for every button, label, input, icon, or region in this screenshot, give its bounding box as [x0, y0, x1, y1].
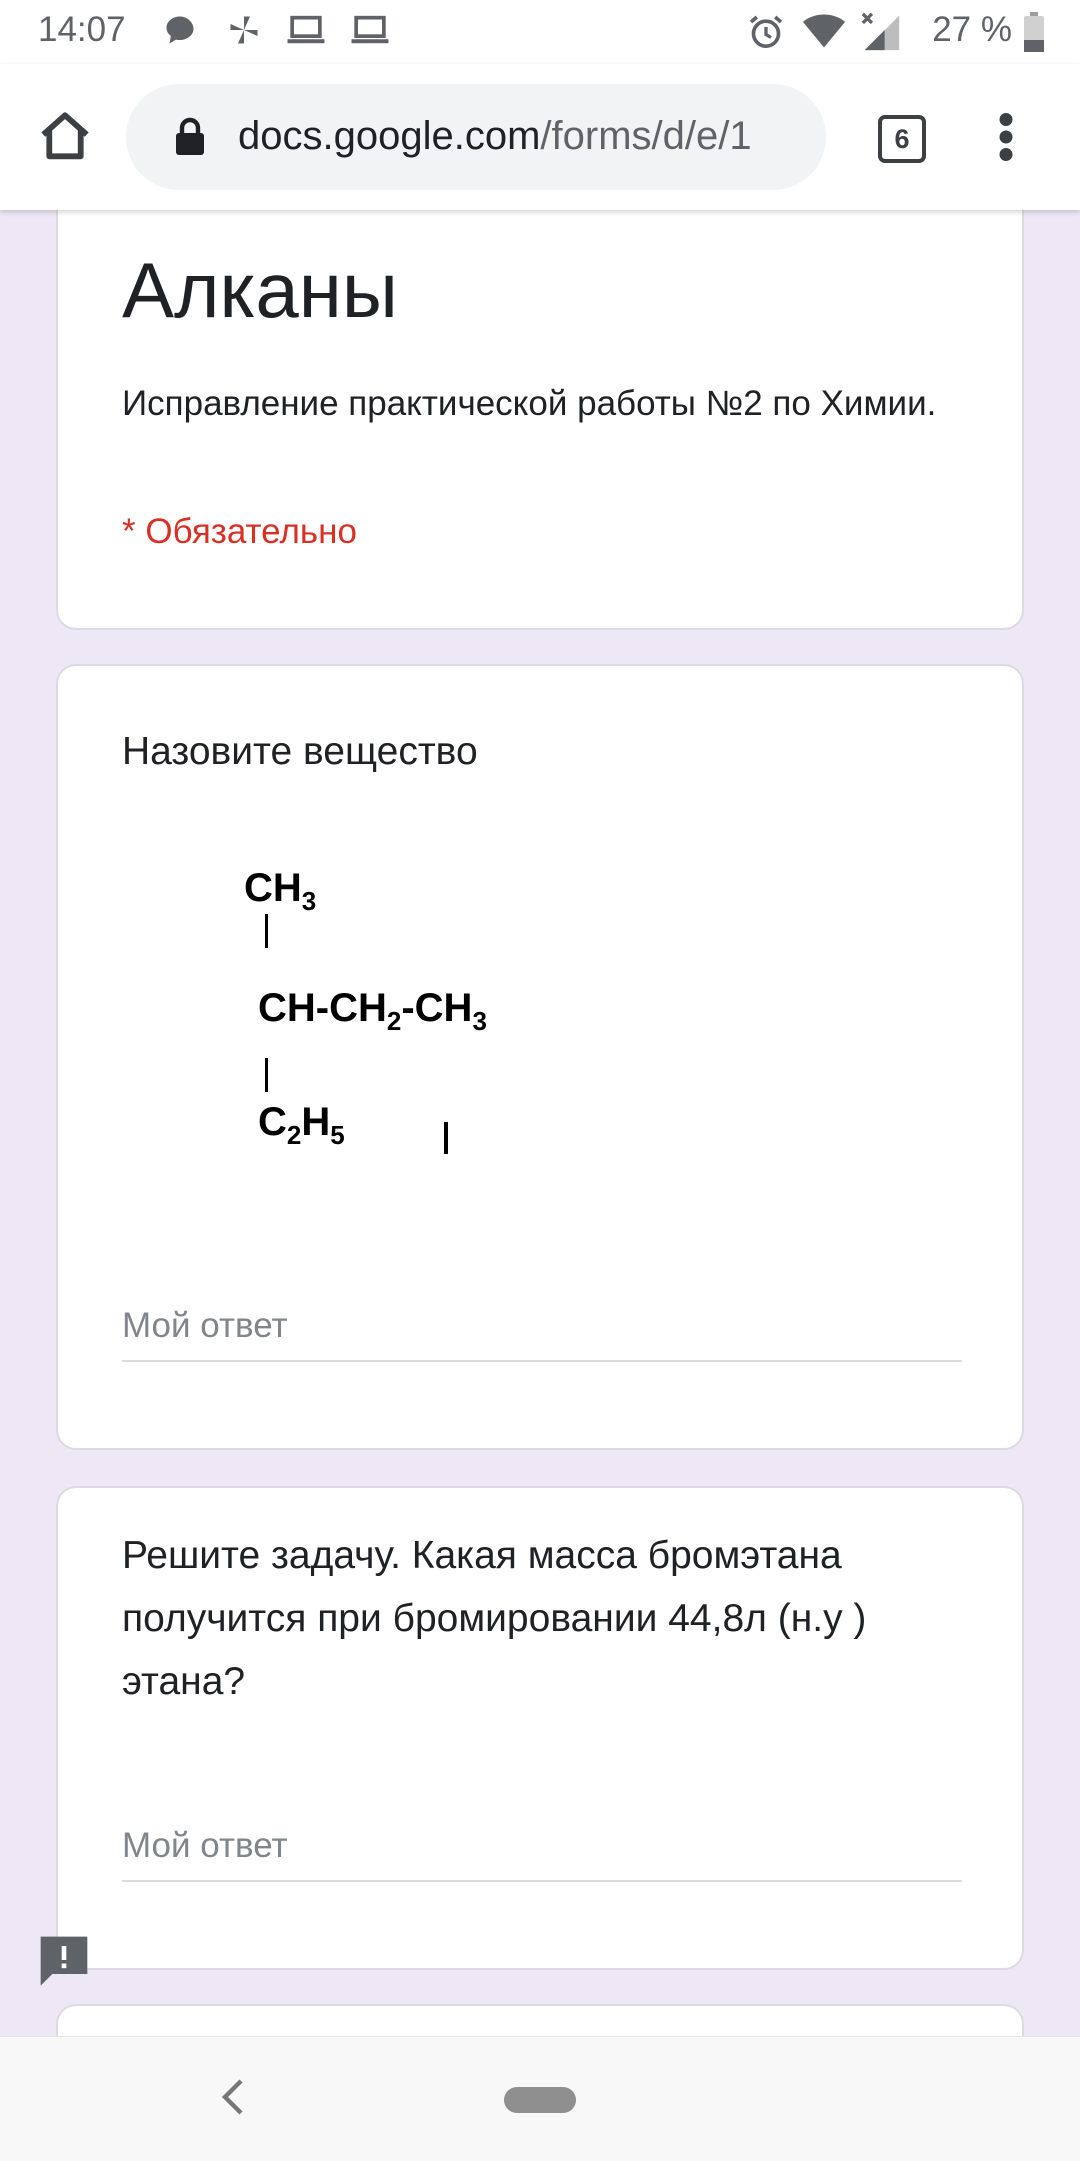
answer-placeholder: Мой ответ: [122, 1306, 288, 1345]
back-icon[interactable]: [220, 2077, 246, 2117]
home-pill-icon[interactable]: [504, 2087, 576, 2113]
lock-icon[interactable]: [174, 117, 206, 157]
alarm-icon: [749, 15, 783, 49]
form-title: Алканы: [122, 246, 398, 334]
status-time: 14:07: [38, 10, 126, 49]
bond-line: [265, 914, 268, 948]
question-title: Назовите вещество: [122, 730, 478, 773]
question-card-1: Назовите вещество CH3 CH-CH2-CH3 C2H5 Мо…: [56, 664, 1024, 1450]
formula-text: C: [258, 1100, 287, 1144]
system-nav-bar: [0, 2036, 1080, 2161]
more-vert-icon[interactable]: [996, 112, 1016, 162]
required-note: * Обязательно: [122, 512, 357, 551]
answer-input[interactable]: Мой ответ: [122, 1306, 962, 1362]
url-path: /forms/d/e/1: [540, 114, 752, 158]
formula-text: CH: [244, 866, 302, 910]
tab-switcher-button[interactable]: 6: [878, 115, 926, 163]
formula-sub: 5: [330, 1120, 345, 1150]
laptop-icon: [351, 15, 389, 44]
formula-main-chain: CH-CH2-CH3: [258, 986, 487, 1037]
answer-input[interactable]: Мой ответ: [122, 1826, 962, 1882]
bond-line: [265, 1058, 268, 1092]
formula-c2h5: C2H5: [258, 1100, 345, 1151]
structural-formula-image: CH3 CH-CH2-CH3 C2H5: [188, 866, 588, 1186]
url-text[interactable]: docs.google.com/forms/d/e/1: [238, 114, 752, 159]
formula-text: CH-CH: [258, 986, 387, 1030]
text-cursor-mark: [444, 1122, 448, 1154]
address-bar[interactable]: docs.google.com/forms/d/e/1: [126, 84, 826, 190]
answer-placeholder: Мой ответ: [122, 1826, 288, 1865]
formula-ch3-top: CH3: [244, 866, 316, 917]
browser-toolbar: docs.google.com/forms/d/e/1 6: [0, 64, 1080, 210]
form-header-card: Алканы Исправление практической работы №…: [56, 160, 1024, 630]
question-card-2: Решите задачу. Какая масса бромэтана пол…: [56, 1486, 1024, 1970]
wifi-icon: [802, 14, 846, 48]
pinwheel-icon: [230, 16, 258, 44]
battery-percent: 27 %: [932, 10, 1012, 49]
formula-text: H: [301, 1100, 331, 1144]
laptop-icon: [287, 15, 325, 44]
formula-sub: 2: [386, 1006, 402, 1036]
signal-icon: [861, 12, 900, 51]
feedback-icon[interactable]: [36, 1932, 92, 1988]
home-icon[interactable]: [36, 108, 94, 166]
formula-sub: 2: [286, 1120, 302, 1150]
form-description: Исправление практической работы №2 по Хи…: [122, 384, 937, 423]
url-host: docs.google.com: [238, 114, 541, 158]
formula-text: -CH: [401, 986, 473, 1030]
chat-bubble-icon: [166, 16, 194, 44]
formula-sub: 3: [472, 1006, 487, 1036]
battery-icon: [1024, 12, 1044, 52]
formula-sub: 3: [301, 886, 317, 916]
status-bar: 14:07 27 %: [0, 0, 1080, 64]
tab-count: 6: [894, 124, 910, 154]
question-title: Решите задачу. Какая масса бромэтана пол…: [122, 1534, 867, 1703]
